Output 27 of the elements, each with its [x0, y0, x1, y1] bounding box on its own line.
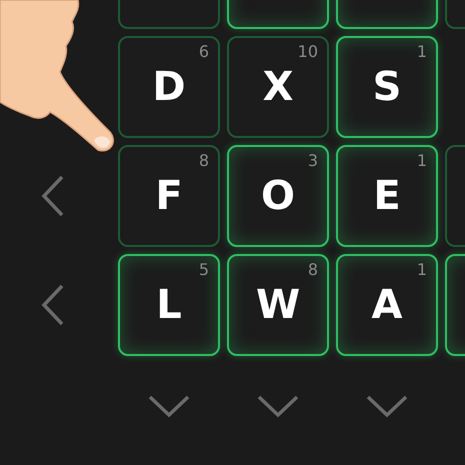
letter-tile[interactable]: 3 O — [227, 145, 329, 247]
letter-tile[interactable]: 6 D — [118, 36, 220, 138]
tile-points: 8 — [308, 262, 318, 278]
tile-letter: L — [156, 285, 182, 325]
letter-tile[interactable]: 8 F — [118, 145, 220, 247]
tile-points: 3 — [308, 153, 318, 169]
tile-points: 6 — [198, 44, 209, 60]
letter-tile[interactable]: 1 S — [336, 36, 438, 138]
tile-letter: O — [260, 176, 295, 216]
tile-points: 1 — [416, 153, 427, 169]
letter-tile[interactable]: 5 L — [118, 254, 220, 356]
tile-points: 1 — [416, 44, 427, 60]
tile-letter: S — [372, 67, 402, 107]
tile-letter: W — [256, 285, 300, 325]
tile-points: 8 — [198, 153, 209, 169]
tile-points: 5 — [198, 262, 209, 278]
letter-tile[interactable]: 8 W — [227, 254, 329, 356]
tile-letter: D — [152, 67, 186, 107]
letter-tile[interactable]: 10 X — [227, 36, 329, 138]
letter-tile[interactable]: 1 E — [336, 145, 438, 247]
tile-letter: E — [373, 176, 401, 216]
tile-letter: X — [262, 67, 294, 107]
tile-points: 1 — [416, 262, 427, 278]
tile-letter: F — [155, 176, 183, 216]
letter-tile[interactable]: 1 A — [336, 254, 438, 356]
tile-points: 10 — [298, 44, 318, 60]
tile-letter: A — [372, 285, 402, 325]
